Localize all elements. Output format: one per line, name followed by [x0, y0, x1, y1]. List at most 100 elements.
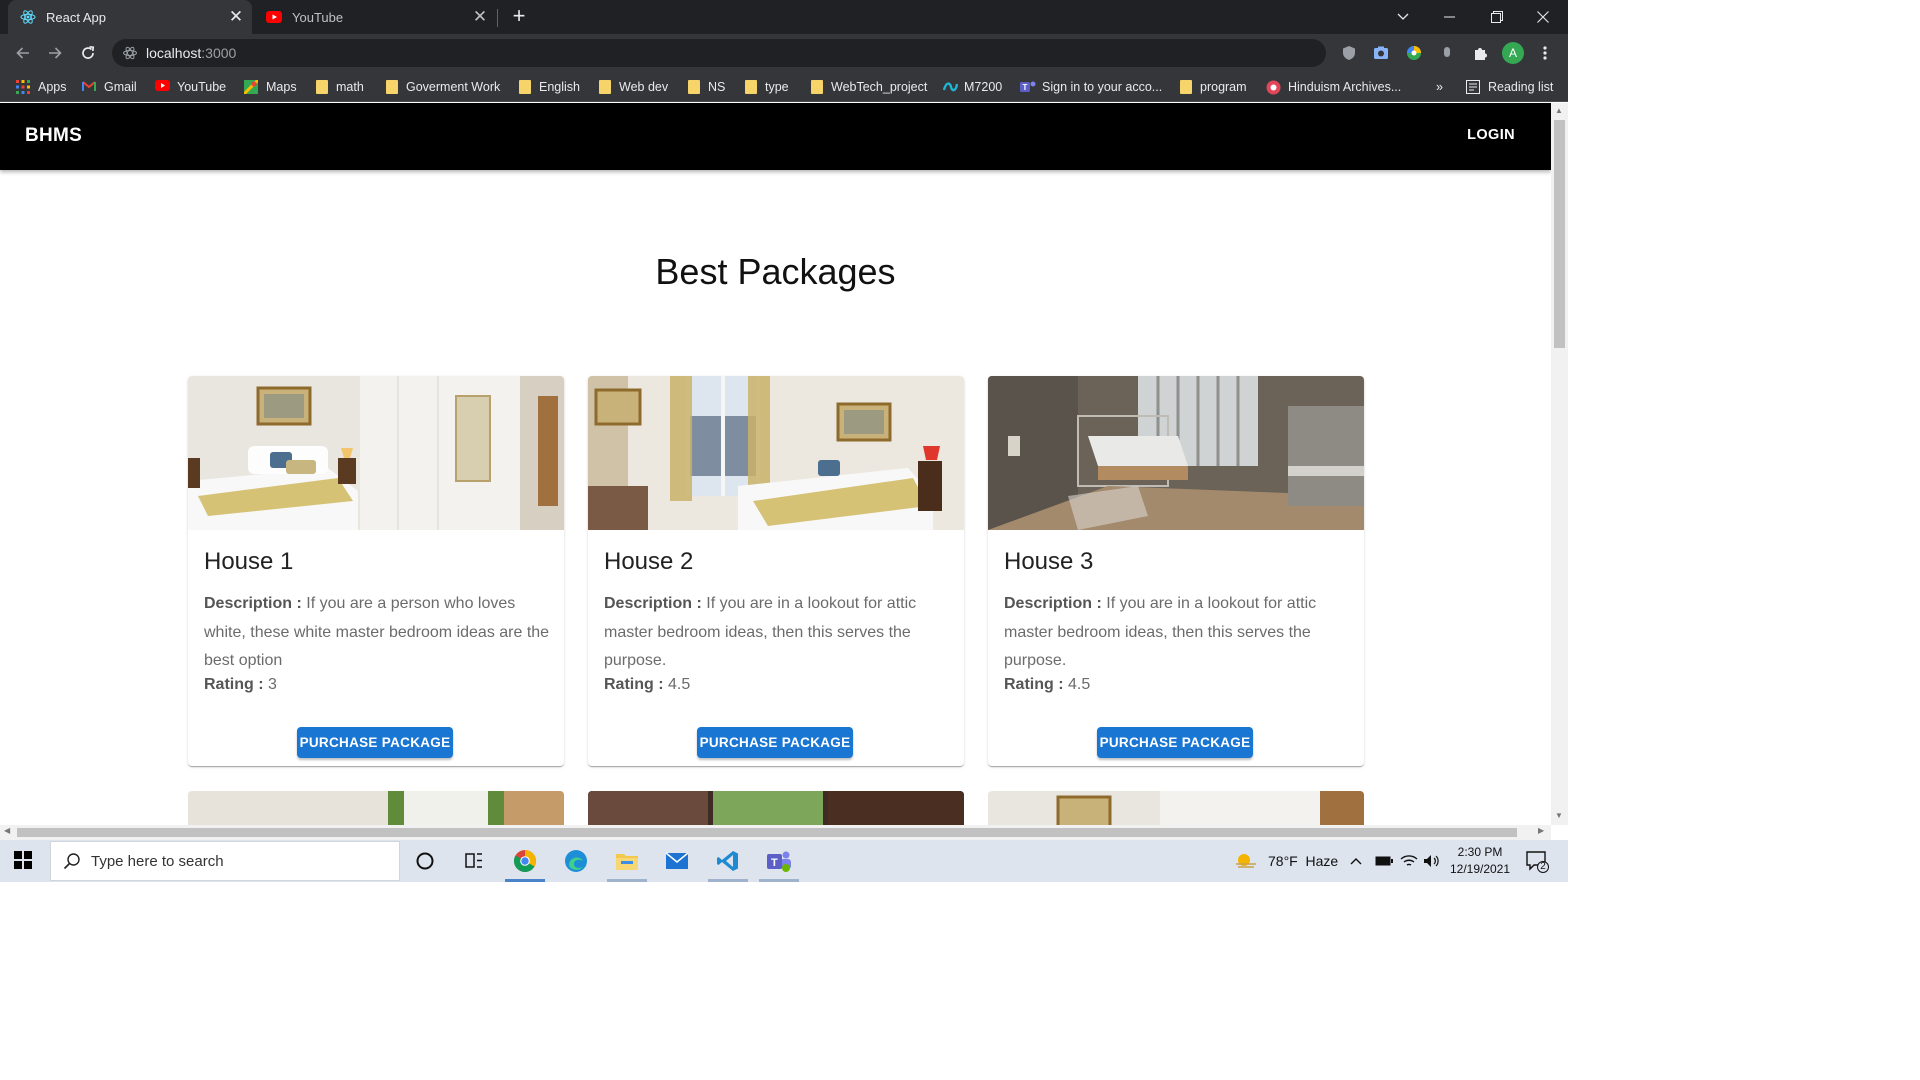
- page-viewport: BHMS LOGIN Best Packages House 1 Descrip…: [0, 103, 1551, 825]
- edge-icon[interactable]: [562, 847, 590, 875]
- tab-react-app[interactable]: React App ✕: [8, 0, 252, 34]
- youtube-icon: [266, 9, 282, 25]
- new-tab-icon[interactable]: +: [508, 5, 530, 28]
- shield-extension-icon[interactable]: [1338, 42, 1360, 64]
- screenshot-extension-icon[interactable]: [1370, 42, 1392, 64]
- scrollbar-thumb[interactable]: [1554, 120, 1565, 348]
- close-tab-icon[interactable]: ✕: [226, 7, 246, 27]
- house-photo: [588, 791, 964, 825]
- bookmark-label: Apps: [38, 80, 67, 94]
- bookmark-folder-program[interactable]: program: [1180, 78, 1247, 96]
- scrollbar-thumb[interactable]: [17, 828, 1517, 837]
- close-tab-icon[interactable]: ✕: [470, 7, 490, 27]
- card-title: House 2: [604, 548, 694, 575]
- tab-title: YouTube: [292, 9, 344, 25]
- react-icon: [20, 9, 36, 25]
- brand-logo[interactable]: BHMS: [25, 125, 82, 147]
- battery-icon[interactable]: [1375, 840, 1393, 882]
- site-info-icon[interactable]: [122, 45, 138, 61]
- forward-arrow-icon[interactable]: [42, 40, 68, 66]
- bookmark-label: Web dev: [619, 80, 669, 94]
- minimize-icon[interactable]: [1426, 0, 1472, 34]
- purchase-package-button[interactable]: PURCHASE PACKAGE: [1097, 727, 1253, 758]
- bookmark-folder-webtech-project[interactable]: WebTech_project: [811, 78, 927, 96]
- horizontal-scrollbar[interactable]: ◀ ▶: [0, 825, 1551, 840]
- windows-start-icon[interactable]: [14, 851, 34, 871]
- show-hidden-icons-chevron-icon[interactable]: [1350, 840, 1362, 882]
- house-photo: [988, 791, 1364, 825]
- page-title: Best Packages: [655, 251, 896, 292]
- system-clock[interactable]: 2:30 PM 12/19/2021: [1444, 844, 1516, 878]
- wifi-icon[interactable]: [1400, 840, 1418, 882]
- puzzle-extensions-icon[interactable]: [1469, 42, 1491, 64]
- chrome-icon[interactable]: [511, 847, 539, 875]
- file-explorer-icon[interactable]: [613, 847, 641, 875]
- running-app-indicator: [708, 879, 748, 882]
- address-bar[interactable]: localhost:3000: [112, 39, 1326, 67]
- package-card: House 2 Description : If you are in a lo…: [588, 376, 964, 766]
- bookmark-hinduism-archives[interactable]: Hinduism Archives...: [1266, 78, 1401, 96]
- notification-count: 2: [1537, 861, 1549, 873]
- site-icon: [1266, 80, 1281, 95]
- bookmark-sign-in[interactable]: T Sign in to your acco...: [1020, 78, 1162, 96]
- package-card-partial: [188, 791, 564, 825]
- profile-avatar[interactable]: A: [1502, 42, 1524, 64]
- scroll-up-icon[interactable]: ▲: [1555, 106, 1563, 115]
- weather-widget[interactable]: 78°F Haze: [1234, 840, 1338, 882]
- scroll-left-icon[interactable]: ◀: [4, 826, 10, 835]
- cortana-icon[interactable]: [411, 847, 439, 875]
- card-description: Description : If you are in a lookout fo…: [1004, 590, 1350, 676]
- rating-label: Rating :: [1004, 676, 1064, 693]
- volume-icon[interactable]: [1423, 840, 1441, 882]
- teams-icon[interactable]: T: [765, 847, 793, 875]
- close-window-icon[interactable]: [1520, 0, 1566, 34]
- folder-icon: [1180, 80, 1192, 94]
- m7200-icon: [942, 80, 959, 94]
- svg-text:T: T: [771, 857, 778, 869]
- scroll-right-icon[interactable]: ▶: [1538, 826, 1544, 835]
- bookmark-folder-goverment-work[interactable]: Goverment Work: [386, 78, 500, 96]
- scroll-down-icon[interactable]: ▼: [1555, 811, 1563, 820]
- bookmark-m7200[interactable]: M7200: [942, 78, 1002, 96]
- bookmark-gmail[interactable]: Gmail: [82, 78, 137, 96]
- browser-toolbar: localhost:3000 A: [0, 34, 1568, 72]
- svg-text:T: T: [1023, 83, 1028, 92]
- bookmark-label: program: [1200, 80, 1247, 94]
- tab-youtube[interactable]: YouTube ✕: [256, 0, 496, 34]
- mic-extension-icon[interactable]: [1436, 42, 1458, 64]
- bookmark-maps[interactable]: Maps: [242, 78, 297, 96]
- bookmark-folder-ns[interactable]: NS: [688, 78, 725, 96]
- app-header: BHMS LOGIN: [0, 103, 1551, 170]
- bookmark-folder-english[interactable]: English: [519, 78, 580, 96]
- rating-value: 4.5: [1068, 676, 1091, 693]
- colorful-extension-icon[interactable]: [1403, 42, 1425, 64]
- purchase-package-button[interactable]: PURCHASE PACKAGE: [297, 727, 453, 758]
- login-button[interactable]: LOGIN: [1467, 127, 1515, 143]
- bookmark-folder-math[interactable]: math: [316, 78, 364, 96]
- more-bookmarks-button[interactable]: »: [1436, 78, 1443, 96]
- vertical-scrollbar[interactable]: ▲ ▼: [1551, 103, 1568, 825]
- restore-icon[interactable]: [1474, 0, 1520, 34]
- vscode-icon[interactable]: [714, 847, 742, 875]
- house-photo: [588, 376, 964, 530]
- reading-list-button[interactable]: Reading list: [1466, 78, 1553, 96]
- rating-value: 4.5: [668, 676, 691, 693]
- purchase-package-button[interactable]: PURCHASE PACKAGE: [697, 727, 853, 758]
- bookmark-label: Hinduism Archives...: [1288, 80, 1402, 94]
- reload-icon[interactable]: [75, 40, 101, 66]
- bookmark-youtube[interactable]: YouTube: [155, 78, 226, 96]
- active-app-indicator: [505, 879, 545, 882]
- task-view-icon[interactable]: [460, 847, 488, 875]
- bookmark-folder-type[interactable]: type: [745, 78, 789, 96]
- tab-search-chevron-icon[interactable]: [1380, 0, 1426, 34]
- bookmark-apps[interactable]: Apps: [16, 78, 67, 96]
- search-icon: [63, 852, 81, 870]
- bookmark-folder-web-dev[interactable]: Web dev: [599, 78, 668, 96]
- folder-icon: [688, 80, 700, 94]
- taskbar-search-box[interactable]: Type here to search: [50, 841, 400, 881]
- mail-icon[interactable]: [663, 847, 691, 875]
- folder-icon: [811, 80, 823, 94]
- notifications-icon[interactable]: 2: [1526, 840, 1549, 882]
- back-arrow-icon[interactable]: [10, 40, 36, 66]
- more-menu-icon[interactable]: [1534, 42, 1556, 64]
